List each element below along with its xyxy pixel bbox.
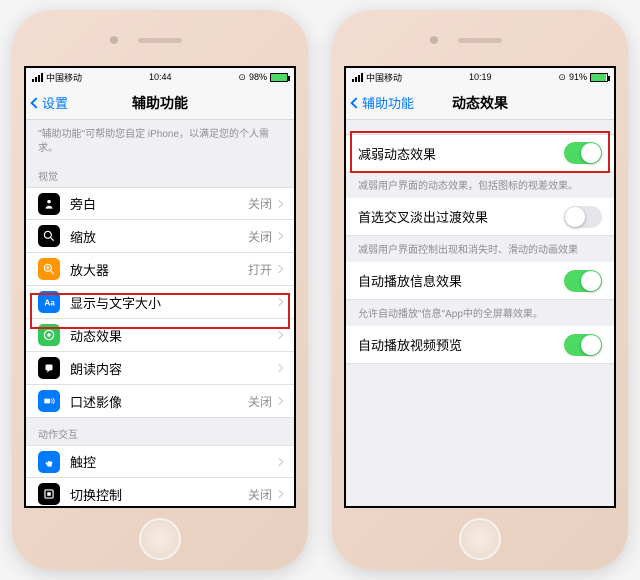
speaker-slot — [138, 38, 182, 43]
row-motion[interactable]: 动态效果 — [26, 319, 294, 352]
battery-icon — [590, 73, 608, 82]
svg-text:Aa: Aa — [44, 299, 55, 308]
chevron-left-icon — [30, 97, 41, 108]
row-reduce-motion: 减弱动态效果 — [346, 134, 614, 172]
zoom-icon — [38, 225, 60, 247]
speaker-slot — [458, 38, 502, 43]
carrier-label: 中国移动 — [46, 71, 82, 84]
chevron-left-icon — [350, 97, 361, 108]
crossfade-toggle[interactable] — [564, 206, 602, 228]
section-vision-header: 视觉 — [26, 160, 294, 187]
row-value: 关闭 — [248, 486, 272, 503]
signal-icon — [32, 73, 43, 82]
row-label: 首选交叉淡出过渡效果 — [358, 207, 564, 226]
row-zoom[interactable]: 缩放 关闭 — [26, 220, 294, 253]
row-hint: 减弱用户界面控制出现和消失时、滑动的动画效果 — [346, 236, 614, 262]
chevron-right-icon — [275, 265, 283, 273]
battery-pct: 91% — [569, 72, 587, 82]
status-bar: 中国移动 10:44 ⊙ 98% — [26, 68, 294, 86]
home-button[interactable] — [459, 518, 501, 560]
row-value: 关闭 — [248, 228, 272, 245]
status-bar: 中国移动 10:19 ⊙ 91% — [346, 68, 614, 86]
back-button[interactable]: 设置 — [32, 93, 68, 112]
row-auto-msg-effects: 自动播放信息效果 — [346, 262, 614, 300]
home-button[interactable] — [139, 518, 181, 560]
page-title: 动态效果 — [452, 93, 508, 113]
row-display-text[interactable]: Aa 显示与文字大小 — [26, 286, 294, 319]
clock: 10:19 — [469, 72, 492, 82]
chevron-right-icon — [275, 364, 283, 372]
row-voiceover[interactable]: 旁白 关闭 — [26, 187, 294, 220]
phone-right: 中国移动 10:19 ⊙ 91% 辅助功能 动态效果 减弱动态效果 减弱用户界面… — [332, 10, 628, 570]
chevron-right-icon — [275, 397, 283, 405]
row-crossfade: 首选交叉淡出过渡效果 — [346, 198, 614, 236]
chevron-right-icon — [275, 232, 283, 240]
back-label: 设置 — [42, 93, 68, 112]
back-button[interactable]: 辅助功能 — [352, 93, 414, 112]
carrier-label: 中国移动 — [366, 71, 402, 84]
row-label: 减弱动态效果 — [358, 144, 564, 163]
row-label: 自动播放视频预览 — [358, 335, 564, 354]
row-label: 缩放 — [70, 227, 248, 246]
spoken-icon — [38, 357, 60, 379]
voiceover-icon — [38, 193, 60, 215]
row-label: 显示与文字大小 — [70, 293, 276, 312]
row-switch[interactable]: 切换控制 关闭 — [26, 478, 294, 506]
chevron-right-icon — [275, 457, 283, 465]
row-value: 关闭 — [248, 195, 272, 212]
chevron-right-icon — [275, 298, 283, 306]
row-audio-desc[interactable]: 口述影像 关闭 — [26, 385, 294, 418]
clock: 10:44 — [149, 72, 172, 82]
section-motor-header: 动作交互 — [26, 418, 294, 445]
nav-bar: 设置 辅助功能 — [26, 86, 294, 120]
row-spoken[interactable]: 朗读内容 — [26, 352, 294, 385]
row-label: 切换控制 — [70, 485, 248, 504]
signal-icon — [352, 73, 363, 82]
screen-left: 中国移动 10:44 ⊙ 98% 设置 辅助功能 "辅助功能"可帮助您自定 iP… — [24, 66, 296, 508]
row-label: 触控 — [70, 452, 276, 471]
row-label: 放大器 — [70, 260, 248, 279]
magnifier-icon — [38, 258, 60, 280]
row-hint: 允许自动播放"信息"App中的全屏幕效果。 — [346, 300, 614, 326]
row-hint: 减弱用户界面的动态效果，包括图标的视差效果。 — [346, 172, 614, 198]
camera-dot — [110, 36, 118, 44]
row-label: 旁白 — [70, 194, 248, 213]
row-magnifier[interactable]: 放大器 打开 — [26, 253, 294, 286]
chevron-right-icon — [275, 199, 283, 207]
switch-icon — [38, 483, 60, 505]
header-hint: "辅助功能"可帮助您自定 iPhone，以满足您的个人需求。 — [26, 120, 294, 160]
battery-pct: 98% — [249, 72, 267, 82]
touch-icon — [38, 451, 60, 473]
phone-left: 中国移动 10:44 ⊙ 98% 设置 辅助功能 "辅助功能"可帮助您自定 iP… — [12, 10, 308, 570]
chevron-right-icon — [275, 490, 283, 498]
battery-icon — [270, 73, 288, 82]
row-touch[interactable]: 触控 — [26, 445, 294, 478]
row-label: 动态效果 — [70, 326, 276, 345]
row-value: 打开 — [248, 261, 272, 278]
auto-msg-effects-toggle[interactable] — [564, 270, 602, 292]
row-label: 口述影像 — [70, 392, 248, 411]
page-title: 辅助功能 — [132, 93, 188, 113]
content-area[interactable]: 减弱动态效果 减弱用户界面的动态效果，包括图标的视差效果。 首选交叉淡出过渡效果… — [346, 120, 614, 506]
camera-dot — [430, 36, 438, 44]
chevron-right-icon — [275, 331, 283, 339]
motion-icon — [38, 324, 60, 346]
row-label: 自动播放信息效果 — [358, 271, 564, 290]
row-label: 朗读内容 — [70, 359, 276, 378]
back-label: 辅助功能 — [362, 93, 414, 112]
audio-desc-icon — [38, 390, 60, 412]
nav-bar: 辅助功能 动态效果 — [346, 86, 614, 120]
reduce-motion-toggle[interactable] — [564, 142, 602, 164]
screen-right: 中国移动 10:19 ⊙ 91% 辅助功能 动态效果 减弱动态效果 减弱用户界面… — [344, 66, 616, 508]
display-text-icon: Aa — [38, 291, 60, 313]
row-value: 关闭 — [248, 393, 272, 410]
auto-video-preview-toggle[interactable] — [564, 334, 602, 356]
row-auto-video-preview: 自动播放视频预览 — [346, 326, 614, 364]
content-area[interactable]: "辅助功能"可帮助您自定 iPhone，以满足您的个人需求。 视觉 旁白 关闭 … — [26, 120, 294, 506]
